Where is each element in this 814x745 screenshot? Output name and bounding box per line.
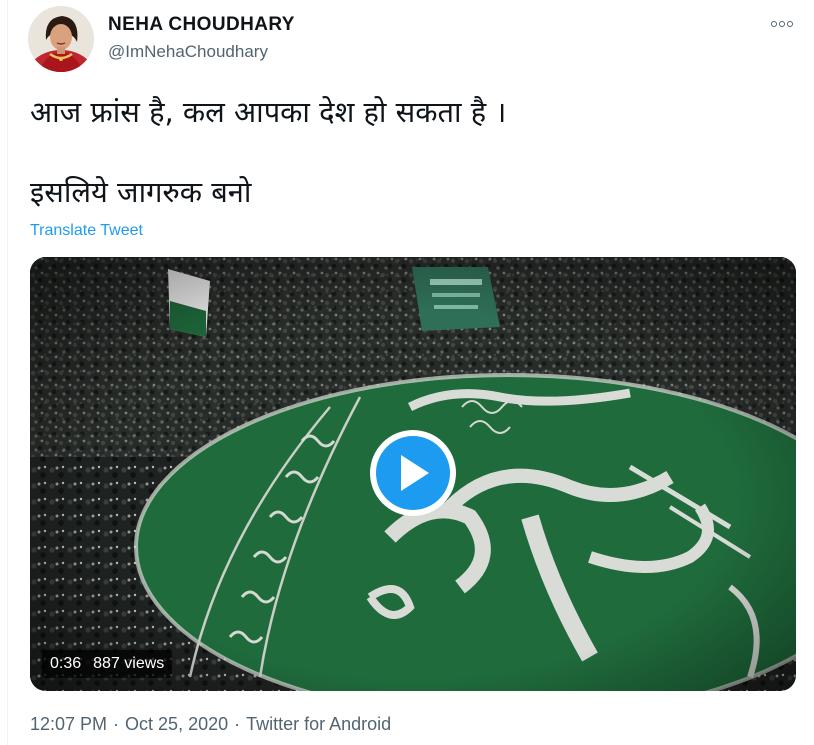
meta-separator: · — [234, 714, 241, 734]
video-player[interactable]: 0:36 887 views — [30, 257, 796, 691]
author-display-name[interactable]: NEHA CHOUDHARY — [108, 14, 295, 36]
tweet-date[interactable]: Oct 25, 2020 — [125, 714, 228, 734]
video-duration: 0:36 — [50, 655, 82, 672]
tweet-metadata: 12:07 PM · Oct 25, 2020 · Twitter for Androi… — [30, 714, 391, 735]
video-stats-overlay: 0:36 887 views — [42, 650, 173, 678]
tweet-text-line-1: आज फ्रांस है, कल आपका देश हो सकता है । — [30, 95, 507, 129]
meta-separator: · — [113, 714, 120, 734]
tweet-time[interactable]: 12:07 PM — [30, 714, 107, 734]
author-handle[interactable]: @ImNehaChoudhary — [108, 42, 268, 62]
play-icon — [376, 436, 450, 510]
timeline-divider — [7, 0, 8, 745]
avatar-image — [28, 6, 94, 72]
avatar[interactable] — [28, 6, 94, 72]
play-button[interactable] — [370, 430, 456, 516]
translate-tweet-link[interactable]: Translate Tweet — [30, 222, 143, 240]
video-view-count: 887 views — [93, 655, 165, 672]
tweet-source[interactable]: Twitter for Android — [246, 714, 391, 734]
tweet-text-line-2: इसलिये जागरुक बनो — [30, 175, 252, 209]
tweet-card: NEHA CHOUDHARY @ImNehaChoudhary आज फ्रां… — [0, 0, 814, 745]
more-options-icon[interactable] — [764, 10, 800, 38]
